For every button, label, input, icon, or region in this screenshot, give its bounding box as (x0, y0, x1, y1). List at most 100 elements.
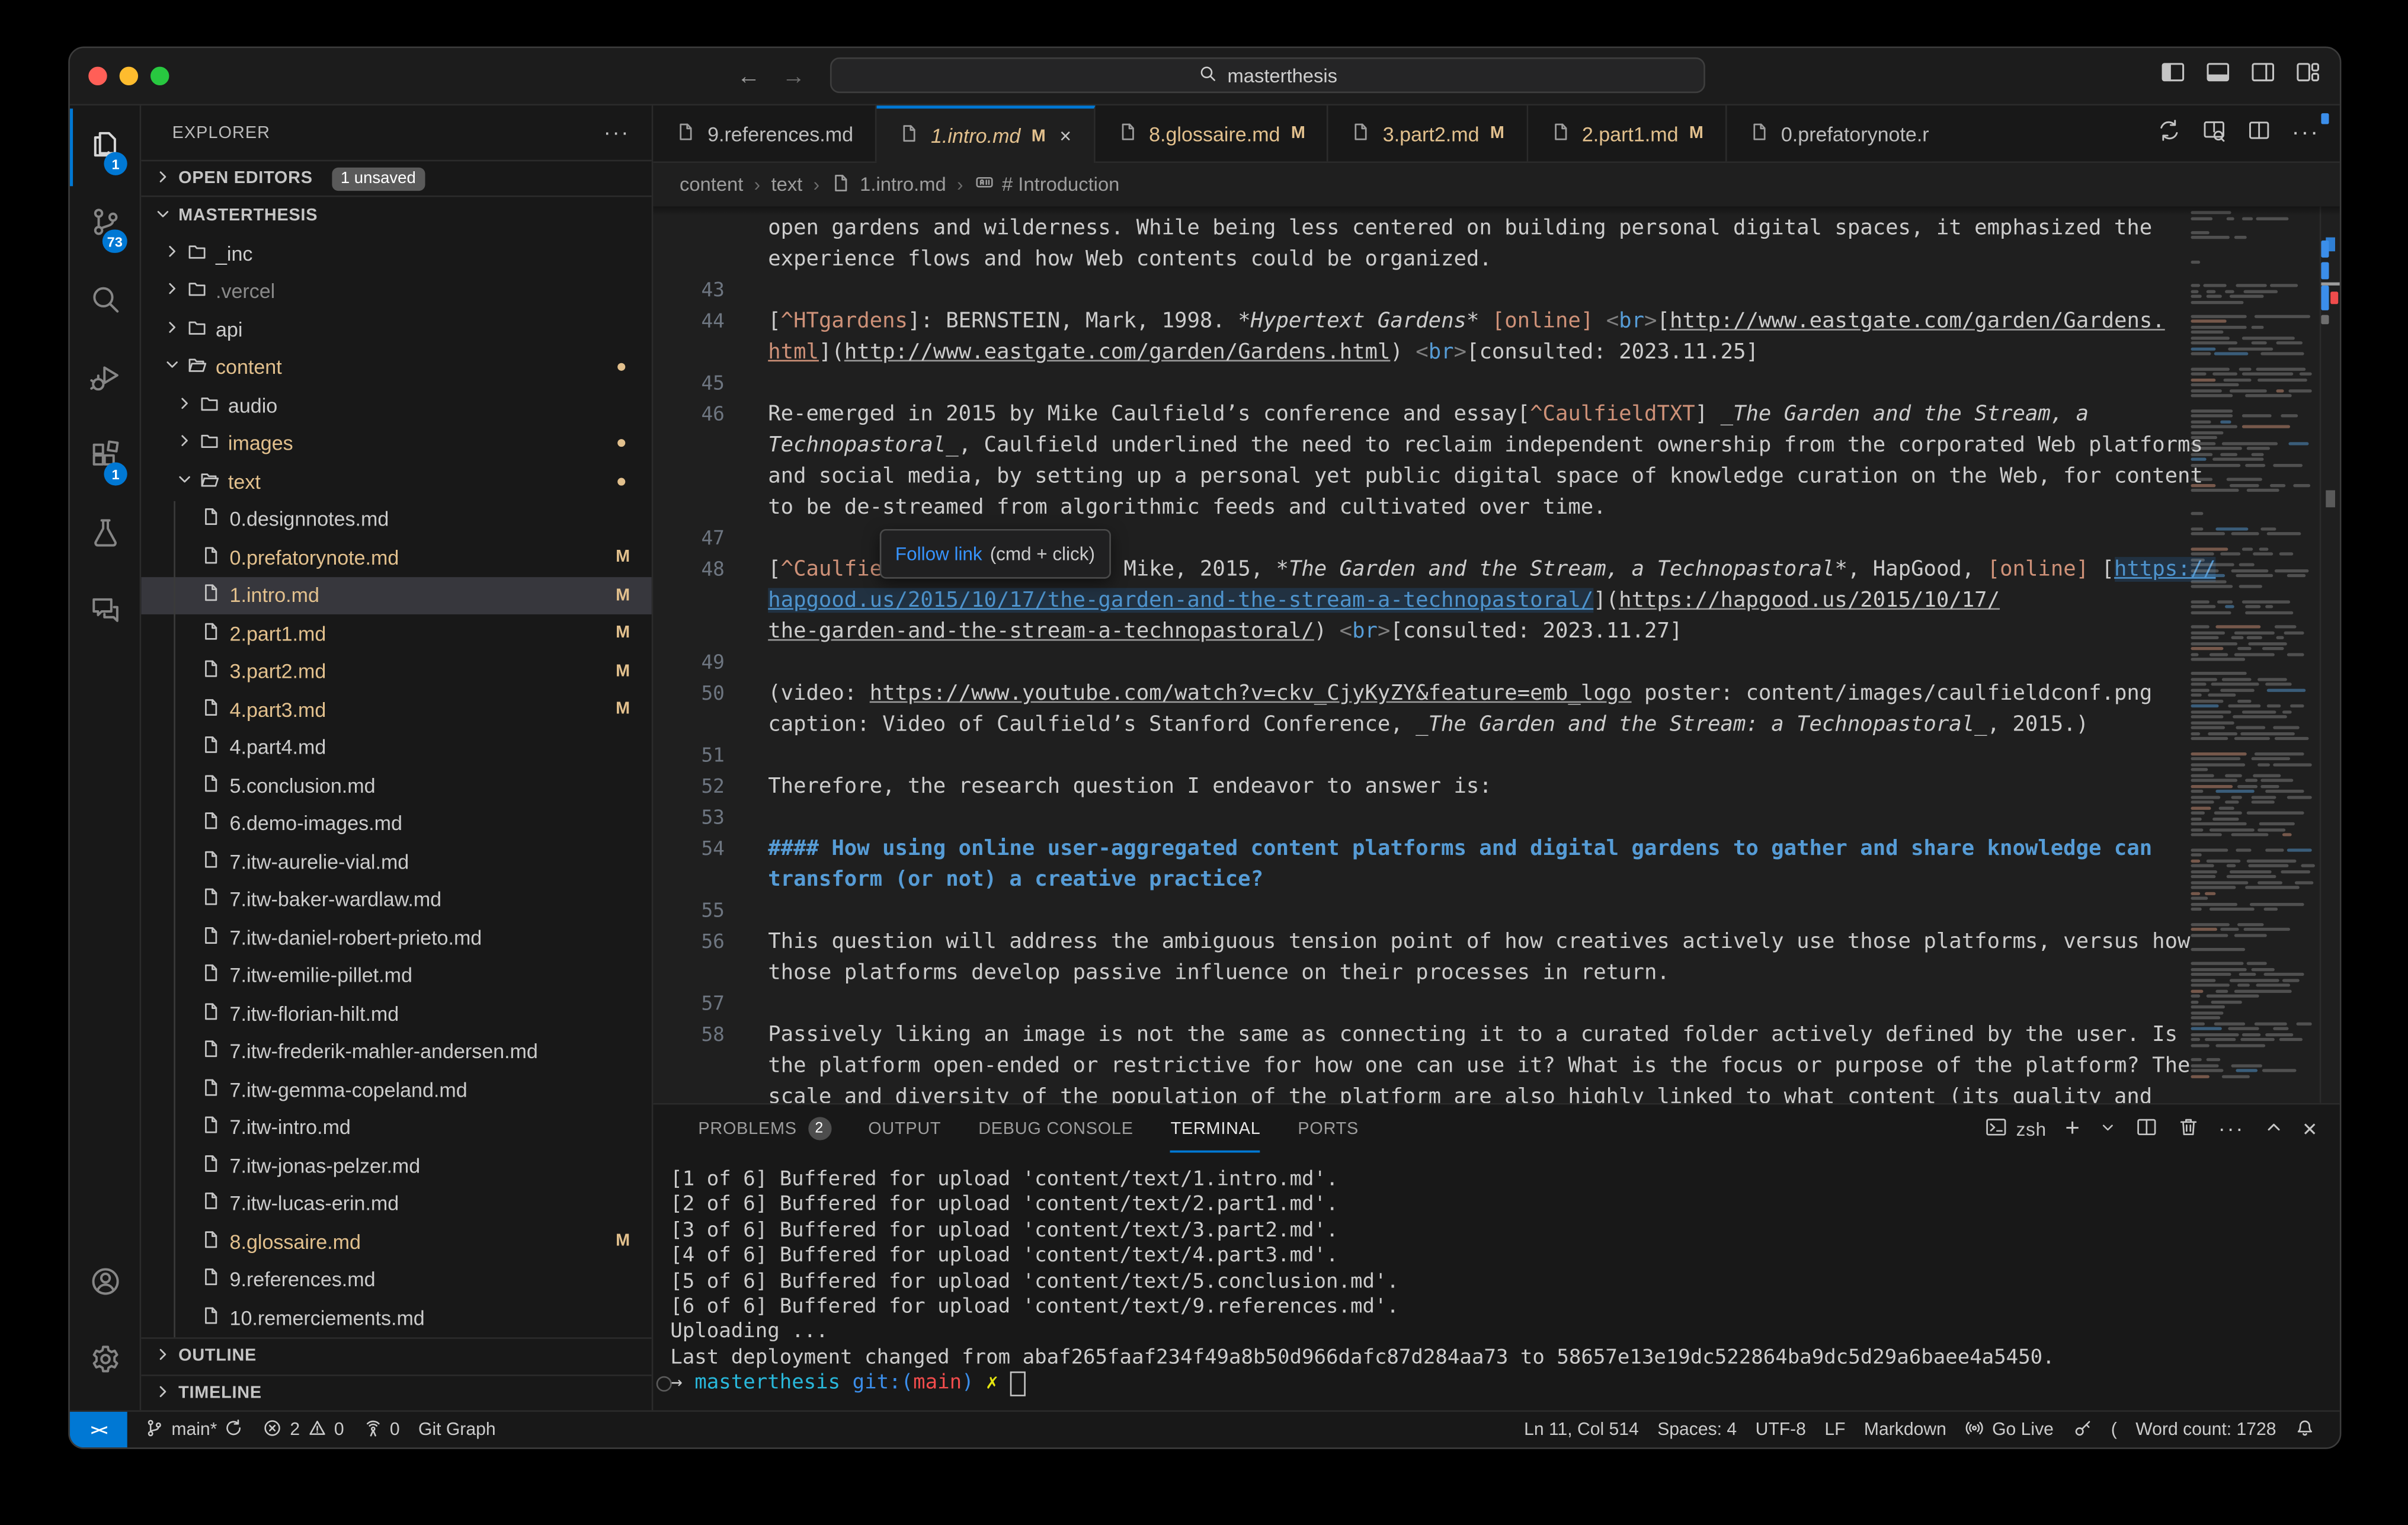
panel-tab-ports[interactable]: PORTS (1298, 1104, 1359, 1152)
status-indentation[interactable]: Spaces: 4 (1648, 1412, 1746, 1447)
tree-item-api[interactable]: api (141, 310, 652, 348)
tree-item-7.itw-jonas-pelzer.md[interactable]: 7.itw-jonas-pelzer.md (141, 1146, 652, 1184)
status-key-indicator[interactable] (2063, 1412, 2102, 1447)
project-section-header[interactable]: MASTERTHESIS (141, 197, 652, 235)
tree-item-10.remerciements.md[interactable]: 10.remerciements.md (141, 1299, 652, 1337)
code-line-wrap[interactable]: open gardens and wilderness. While being… (653, 213, 2185, 244)
activity-item-source-control[interactable]: 73 (70, 186, 140, 264)
tree-item-5.conclusion.md[interactable]: 5.conclusion.md (141, 767, 652, 805)
tree-item-1.intro.md[interactable]: 1.intro.mdM (141, 576, 652, 614)
close-panel-icon[interactable]: ✕ (2302, 1118, 2318, 1140)
code-line-44[interactable]: 44[^HTgardens]: BERNSTEIN, Mark, 1998. *… (653, 306, 2185, 337)
code-line-54[interactable]: 54#### How using online user-aggregated … (653, 833, 2185, 864)
tree-item-7.itw-emilie-pillet.md[interactable]: 7.itw-emilie-pillet.md (141, 956, 652, 994)
timeline-section[interactable]: TIMELINE (141, 1374, 652, 1411)
code-area[interactable]: open gardens and wilderness. While being… (653, 213, 2185, 1103)
tree-item-8.glossaire.md[interactable]: 8.glossaire.mdM (141, 1222, 652, 1260)
status-cursor-position[interactable]: Ln 11, Col 514 (1514, 1412, 1648, 1447)
status-go-live[interactable]: Go Live (1956, 1412, 2063, 1447)
code-line-wrap[interactable]: transform (or not) a creative practice? (653, 864, 2185, 895)
tree-item-7.itw-gemma-copeland.md[interactable]: 7.itw-gemma-copeland.md (141, 1071, 652, 1108)
terminal-prompt[interactable]: → masterthesis git:(main) ✗ (670, 1372, 2340, 1397)
code-line-wrap[interactable]: those platforms develop passive influenc… (653, 957, 2185, 988)
breadcrumb-item-1.intro.md[interactable]: 1.intro.md (830, 171, 946, 198)
explorer-more-actions-icon[interactable]: ··· (604, 121, 630, 144)
tree-item-.vercel[interactable]: .vercel (141, 273, 652, 310)
maximize-panel-icon[interactable] (2263, 1116, 2284, 1141)
activity-item-search[interactable] (70, 264, 140, 341)
more-actions-icon[interactable]: ··· (2292, 120, 2320, 148)
tree-item-7.itw-aurelie-vial.md[interactable]: 7.itw-aurelie-vial.md (141, 842, 652, 880)
toggle-sidebar-icon[interactable] (2160, 59, 2186, 94)
command-center-search[interactable]: masterthesis (830, 57, 1705, 93)
code-line-45[interactable]: 45 (653, 368, 2185, 399)
terminal-shell[interactable]: zsh (1985, 1114, 2047, 1142)
editor[interactable]: open gardens and wilderness. While being… (653, 206, 2339, 1103)
back-icon[interactable]: ← (737, 63, 760, 89)
code-line-57[interactable]: 57 (653, 988, 2185, 1019)
tree-item-7.itw-intro.md[interactable]: 7.itw-intro.md (141, 1108, 652, 1146)
code-line-53[interactable]: 53 (653, 802, 2185, 833)
activity-item-run-debug[interactable] (70, 341, 140, 419)
tooltip-link-text[interactable]: Follow link (895, 543, 982, 565)
tab-3.part2.md[interactable]: 3.part2.mdM (1328, 105, 1528, 161)
status-ports-status[interactable]: 0 (353, 1412, 409, 1447)
activity-item-extensions[interactable]: 1 (70, 419, 140, 496)
status-problems-status[interactable]: 20 (254, 1412, 353, 1447)
tab-8.glossaire.md[interactable]: 8.glossaire.mdM (1094, 105, 1328, 161)
tree-item-9.references.md[interactable]: 9.references.md (141, 1261, 652, 1299)
more-icon[interactable]: ··· (2218, 1117, 2245, 1140)
tree-item-text[interactable]: text (141, 462, 652, 500)
tree-item-0.prefatorynote.md[interactable]: 0.prefatorynote.mdM (141, 539, 652, 576)
toggle-secondary-sidebar-icon[interactable] (2250, 59, 2276, 94)
tree-item-audio[interactable]: audio (141, 386, 652, 424)
panel-tab-problems[interactable]: PROBLEMS2 (698, 1104, 831, 1152)
status-spinner-indicator[interactable]: ( (2102, 1412, 2126, 1447)
split-editor-icon[interactable] (2247, 117, 2272, 150)
status-language-mode[interactable]: Markdown (1855, 1412, 1955, 1447)
code-line-wrap[interactable]: html](http://www.eastgate.com/garden/Gar… (653, 337, 2185, 367)
tab-0.prefatorynote.r[interactable]: 0.prefatorynote.r (1727, 105, 1932, 161)
tab-1.intro.md[interactable]: 1.intro.mdM× (876, 105, 1094, 163)
status-word-count[interactable]: Word count: 1728 (2127, 1412, 2286, 1447)
code-line-55[interactable]: 55 (653, 895, 2185, 926)
zoom-window-button[interactable] (150, 67, 169, 85)
tree-item-3.part2.md[interactable]: 3.part2.mdM (141, 652, 652, 690)
remote-indicator[interactable]: >< (70, 1412, 127, 1447)
toggle-panel-icon[interactable] (2205, 59, 2231, 94)
tree-item-4.part4.md[interactable]: 4.part4.md (141, 728, 652, 766)
code-line-wrap[interactable]: hapgood.us/2015/10/17/the-garden-and-the… (653, 585, 2185, 616)
tree-item-0.designnotes.md[interactable]: 0.designnotes.md (141, 500, 652, 538)
breadcrumb-item-content[interactable]: content (680, 174, 743, 196)
status-eol[interactable]: LF (1815, 1412, 1855, 1447)
code-line-52[interactable]: 52Therefore, the research question I end… (653, 771, 2185, 802)
status-git-graph[interactable]: Git Graph (409, 1412, 505, 1447)
status-branch-status[interactable]: main* (135, 1412, 254, 1447)
status-notifications[interactable] (2285, 1412, 2324, 1447)
activity-item-testing[interactable] (70, 496, 140, 574)
minimize-window-button[interactable] (120, 67, 138, 85)
tree-item-7.itw-lucas-erin.md[interactable]: 7.itw-lucas-erin.md (141, 1184, 652, 1222)
tree-item-4.part3.md[interactable]: 4.part3.mdM (141, 690, 652, 728)
code-line-58[interactable]: 58Passively liking an image is not the s… (653, 1019, 2185, 1050)
open-preview-side-icon[interactable] (2202, 117, 2227, 150)
activity-item-chat[interactable] (70, 574, 140, 652)
tree-item-7.itw-florian-hilt.md[interactable]: 7.itw-florian-hilt.md (141, 995, 652, 1033)
code-line-wrap[interactable]: caption: Video of Caulfield’s Stanford C… (653, 709, 2185, 740)
tree-item-_inc[interactable]: _inc (141, 234, 652, 272)
code-line-wrap[interactable]: experience flows and how Web contents co… (653, 244, 2185, 274)
tab-2.part1.md[interactable]: 2.part1.mdM (1528, 105, 1727, 161)
minimap[interactable] (2189, 206, 2321, 1103)
kill-terminal-icon[interactable] (2176, 1114, 2199, 1142)
breadcrumb-item-# Introduction[interactable]: # Introduction (974, 172, 1119, 197)
breadcrumb-item-text[interactable]: text (771, 174, 802, 196)
code-line-wrap[interactable]: the platform open-ended or restrictive f… (653, 1050, 2185, 1081)
tree-item-6.demo-images.md[interactable]: 6.demo-images.md (141, 805, 652, 842)
code-line-wrap[interactable]: scale and diversity of the population of… (653, 1081, 2185, 1103)
code-line-56[interactable]: 56This question will address the ambiguo… (653, 926, 2185, 957)
open-editors-section[interactable]: OPEN EDITORS 1 unsaved (141, 160, 652, 197)
code-line-51[interactable]: 51 (653, 740, 2185, 771)
command-decoration-icon[interactable] (657, 1377, 672, 1392)
panel-tab-output[interactable]: OUTPUT (868, 1104, 941, 1152)
close-window-button[interactable] (88, 67, 107, 85)
